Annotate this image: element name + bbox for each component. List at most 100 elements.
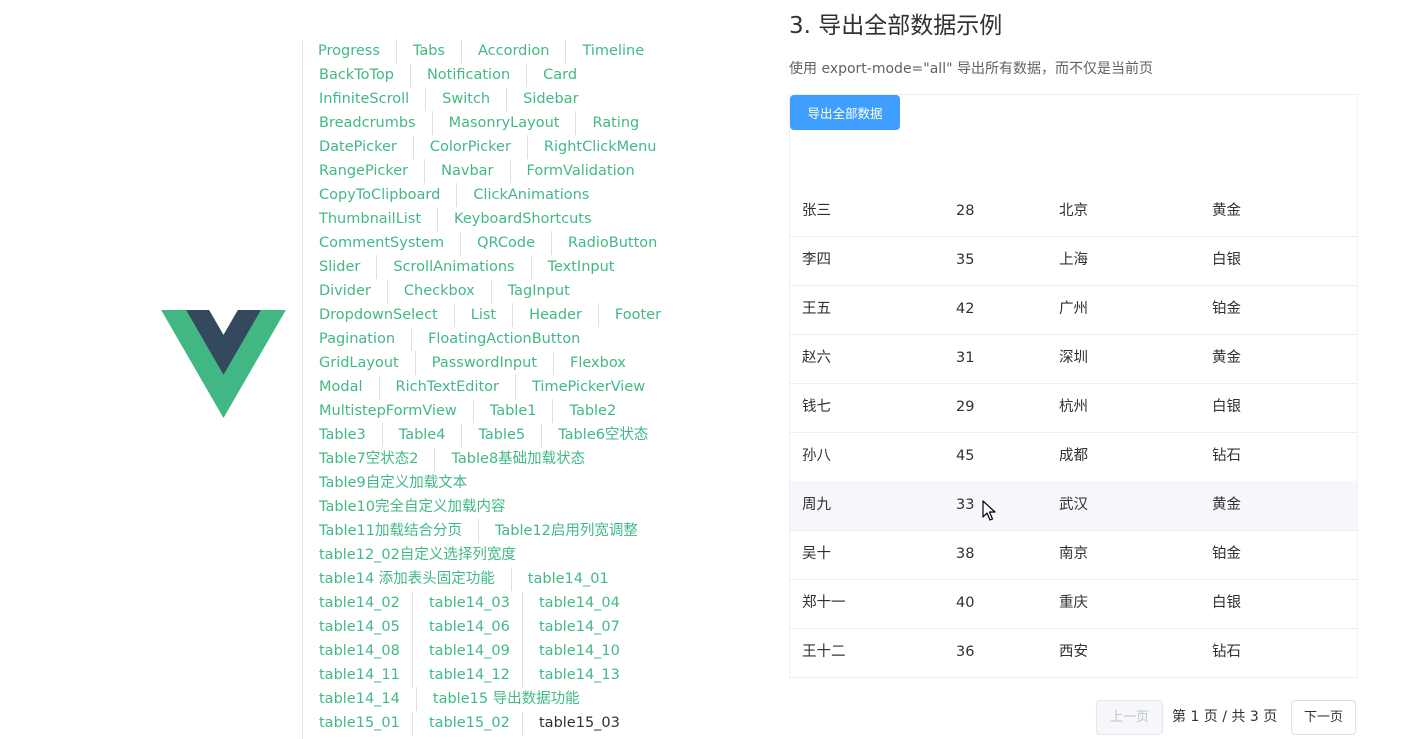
nav-link[interactable]: TagInput	[492, 279, 586, 303]
nav-link[interactable]: table14_02	[303, 591, 413, 615]
nav-link[interactable]: Notification	[411, 63, 528, 87]
nav-link[interactable]: Table3	[303, 423, 383, 447]
nav-link[interactable]: Table5	[462, 423, 543, 447]
nav-link[interactable]: Flexbox	[554, 351, 642, 375]
nav-link[interactable]: ColorPicker	[414, 135, 528, 159]
nav-row: Slider ScrollAnimations TextInput	[303, 255, 630, 279]
nav-link[interactable]: table14_08	[303, 639, 413, 663]
nav-link[interactable]: table14_04	[523, 591, 632, 615]
nav-link[interactable]: table15 导出数据功能	[417, 687, 596, 711]
table-row[interactable]: 周九 33 武汉 黄金	[790, 481, 1357, 531]
nav-link[interactable]: table14_12	[413, 663, 523, 687]
table-row[interactable]: 张三 28 北京 黄金	[790, 187, 1357, 237]
nav-link[interactable]: Breadcrumbs	[303, 111, 433, 135]
nav-link[interactable]: RangePicker	[303, 159, 426, 183]
table-row[interactable]: 钱七 29 杭州 白银	[790, 383, 1357, 433]
nav-link[interactable]: Tabs	[397, 39, 462, 63]
nav-link[interactable]: Navbar	[425, 159, 511, 183]
nav-link[interactable]: Sidebar	[507, 87, 594, 111]
table-row[interactable]: 李四 35 上海 白银	[790, 236, 1357, 286]
nav-link[interactable]: Rating	[576, 111, 655, 135]
nav-link[interactable]: Table11加载结合分页	[303, 519, 479, 543]
table-row[interactable]: 王十二 36 西安 钻石	[790, 628, 1357, 678]
nav-link[interactable]: Table7空状态2	[303, 447, 436, 471]
nav-link[interactable]: table14_14	[303, 687, 417, 711]
table-cell: 40	[956, 595, 975, 611]
nav-link[interactable]: RichTextEditor	[380, 375, 517, 399]
table-row[interactable]: 吴十 38 南京 铂金	[790, 530, 1357, 580]
nav-link[interactable]: List	[455, 303, 514, 327]
nav-link[interactable]: Table8基础加载状态	[435, 447, 601, 471]
export-all-button[interactable]: 导出全部数据	[790, 95, 900, 130]
nav-link[interactable]: MultistepFormView	[303, 399, 474, 423]
nav-link[interactable]: table15_01	[303, 711, 413, 735]
nav-link[interactable]: table14 添加表头固定功能	[303, 567, 512, 591]
nav-link[interactable]: ScrollAnimations	[377, 255, 532, 279]
nav-link[interactable]: GridLayout	[303, 351, 416, 375]
nav-link[interactable]: CopyToClipboard	[303, 183, 458, 207]
table-cell: 钻石	[1212, 448, 1241, 464]
nav-link[interactable]: table15_03	[523, 711, 632, 735]
table-cell: 赵六	[802, 350, 831, 366]
nav-link[interactable]: Table9自定义加载文本	[303, 471, 483, 495]
nav-link[interactable]: Slider	[303, 255, 378, 279]
nav-link[interactable]: DropdownSelect	[303, 303, 455, 327]
nav-link[interactable]: Footer	[599, 303, 677, 327]
nav-link[interactable]: Divider	[303, 279, 388, 303]
nav-link[interactable]: Modal	[303, 375, 380, 399]
nav-link[interactable]: Table2	[553, 399, 632, 423]
nav-link[interactable]: KeyboardShortcuts	[438, 207, 607, 231]
table-row[interactable]: 孙八 45 成都 钻石	[790, 432, 1357, 482]
nav-link[interactable]: RightClickMenu	[528, 135, 673, 159]
table-cell: 周九	[802, 497, 831, 513]
nav-link[interactable]: Header	[513, 303, 599, 327]
table-cell: 杭州	[1059, 399, 1088, 415]
nav-link[interactable]: ThumbnailList	[303, 207, 439, 231]
nav-row: ThumbnailList KeyboardShortcuts	[303, 207, 608, 231]
nav-link[interactable]: Timeline	[566, 39, 660, 63]
nav-link[interactable]: table14_07	[523, 615, 632, 639]
table-row[interactable]: 王五 42 广州 铂金	[790, 285, 1357, 335]
nav-link[interactable]: Table12启用列宽调整	[479, 519, 654, 543]
nav-link[interactable]: DatePicker	[303, 135, 414, 159]
data-table: 导出全部数据 张三 28 北京 黄金 李四 35 上海 白银 王五 42 广州 铂金 赵六 31 深圳 黄金钱…	[789, 94, 1358, 678]
table-row[interactable]: 赵六 31 深圳 黄金	[790, 334, 1357, 384]
nav-link[interactable]: InfiniteScroll	[303, 87, 427, 111]
nav-link[interactable]: FormValidation	[511, 159, 651, 183]
nav-link[interactable]: table14_03	[413, 591, 523, 615]
nav-link[interactable]: TimePickerView	[516, 375, 661, 399]
nav-link[interactable]: ClickAnimations	[457, 183, 605, 207]
nav-link[interactable]: MasonryLayout	[433, 111, 577, 135]
nav-row: CopyToClipboard ClickAnimations	[303, 183, 605, 207]
nav-link[interactable]: Switch	[426, 87, 508, 111]
nav-link[interactable]: Accordion	[462, 39, 567, 63]
nav-link[interactable]: table14_05	[303, 615, 413, 639]
table-row[interactable]: 郑十一 40 重庆 白银	[790, 579, 1357, 629]
nav-link[interactable]: Table10完全自定义加载内容	[303, 495, 521, 519]
nav-link[interactable]: TextInput	[532, 255, 631, 279]
nav-link[interactable]: table14_06	[413, 615, 523, 639]
nav-row: BackToTop Notification Card	[303, 63, 593, 87]
nav-link[interactable]: Card	[527, 63, 593, 87]
nav-link[interactable]: Table6空状态	[542, 423, 664, 447]
nav-link[interactable]: Progress	[302, 39, 397, 63]
prev-page-button[interactable]: 上一页	[1096, 700, 1163, 735]
nav-link[interactable]: PasswordInput	[416, 351, 555, 375]
nav-link[interactable]: FloatingActionButton	[412, 327, 596, 351]
nav-link[interactable]: table14_01	[512, 567, 625, 591]
nav-link[interactable]: Table4	[383, 423, 463, 447]
nav-link[interactable]: table12_02自定义选择列宽度	[303, 543, 532, 567]
nav-link[interactable]: table14_09	[413, 639, 523, 663]
nav-link[interactable]: table14_10	[523, 639, 632, 663]
nav-link[interactable]: Pagination	[303, 327, 413, 351]
nav-link[interactable]: QRCode	[461, 231, 553, 255]
nav-link[interactable]: BackToTop	[303, 63, 411, 87]
nav-link[interactable]: CommentSystem	[303, 231, 462, 255]
nav-link[interactable]: table15_02	[413, 711, 523, 735]
nav-link[interactable]: Table1	[474, 399, 554, 423]
nav-link[interactable]: table14_11	[303, 663, 413, 687]
nav-link[interactable]: Checkbox	[388, 279, 492, 303]
nav-link[interactable]: table14_13	[523, 663, 632, 687]
next-page-button[interactable]: 下一页	[1291, 700, 1356, 735]
nav-link[interactable]: RadioButton	[552, 231, 673, 255]
